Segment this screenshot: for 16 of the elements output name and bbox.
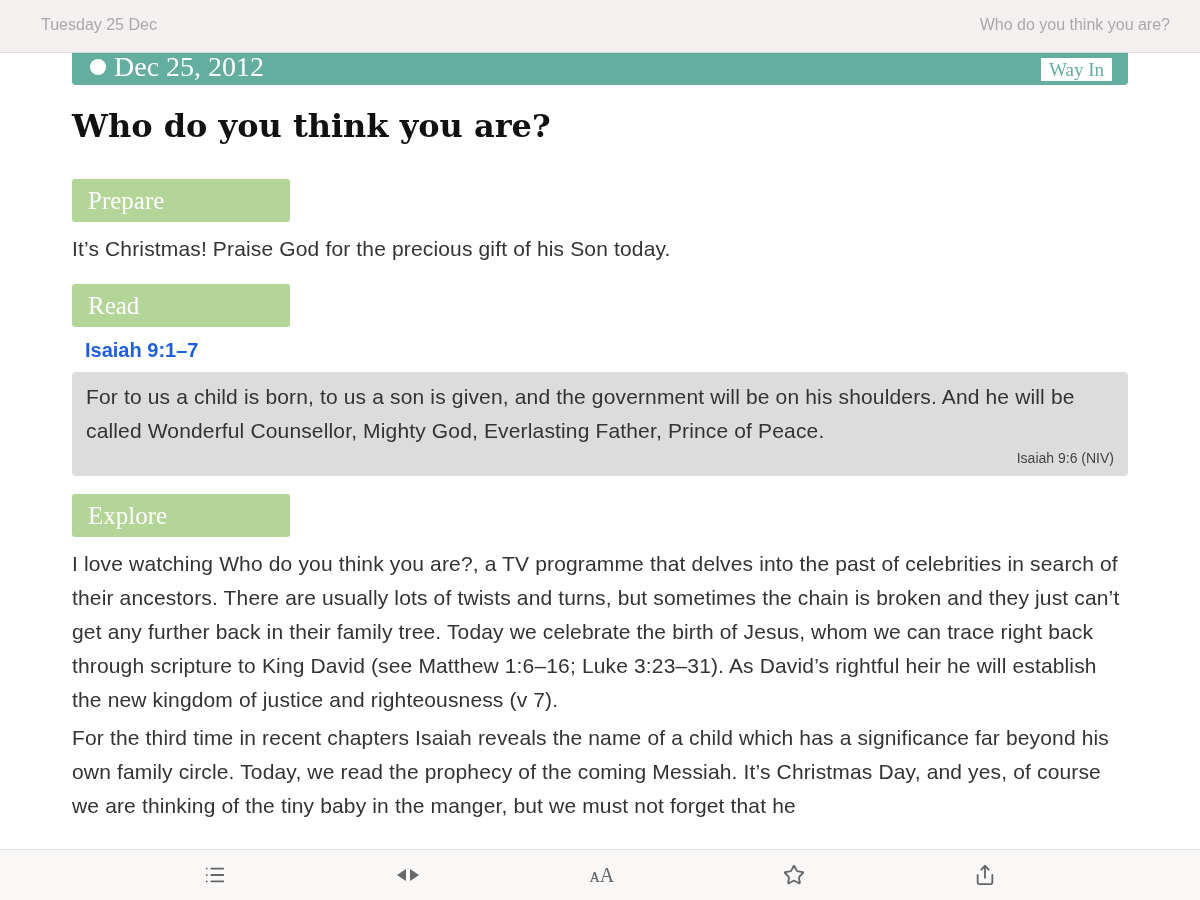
scripture-link[interactable]: Isaiah 9:1–7 <box>72 339 1128 362</box>
date-label: Tuesday 25 Dec <box>41 16 157 34</box>
paragraph: It’s Christmas! Praise God for the precious gift of his Son today. <box>72 236 672 262</box>
paragraph: For the third time in recent chapters Isaiah reveals the name of a child which has a significance far beyond his own family circle. Today, we read the prophecy of the coming Messiah. It’s Christmas Day, and yes, of course we are thinking of the tiny baby in the manger, but we must not forget that he <box>72 725 1110 819</box>
section-heading: Prepare <box>72 179 290 222</box>
quote-citation: Isaiah 9:6 (NIV) <box>1016 450 1114 466</box>
circle-icon <box>90 59 106 75</box>
quote-text: For to us a child is born, to us a son is given, and the government will be on his shoulders. And he will be called Wonderful Counsellor, Mighty God, Everlasting Father, Prince of Peace. <box>86 384 1076 444</box>
page-title: Who do you think you are? <box>979 16 1170 34</box>
paragraph: I love watching Who do you think you are?, a TV programme that delves into the past of celebrities in search of their ancestors. There are usually lots of twists and turns, but sometimes the chain is broken and they just can’t get any further back in their family tree. Today we celebrate the birth of Jesus, whom we can trace right back through scripture to King David (see Matthew 1:6–16; Luke 3:23–31). As David’s rightful heir he will establish the new kingdom of justice and righteousness (v 7). <box>72 551 1121 713</box>
font-size-button[interactable]: ᴀA <box>587 861 617 889</box>
article-title: Who do you think you are? <box>72 107 552 145</box>
section-heading: Explore <box>72 494 290 537</box>
section-heading: Read <box>72 284 290 327</box>
series-tag: Way In <box>1041 58 1112 81</box>
banner-date: Dec 25, 2012 <box>114 53 265 81</box>
